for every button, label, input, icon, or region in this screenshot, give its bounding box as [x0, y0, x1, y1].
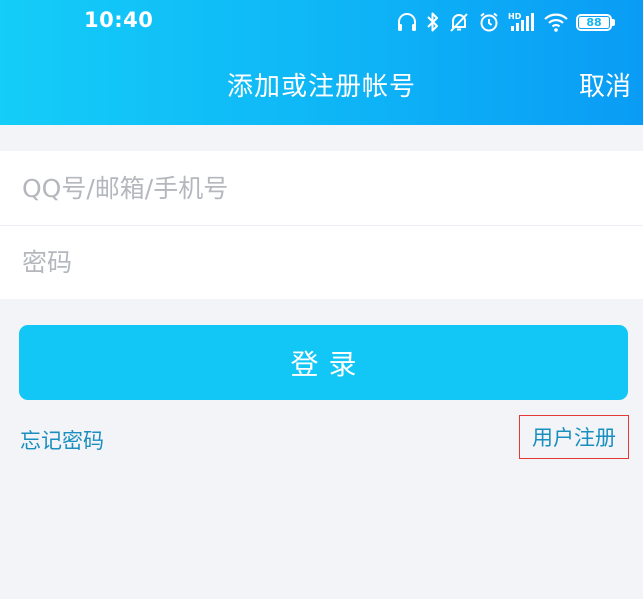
- headphones-icon: [396, 11, 418, 33]
- bluetooth-icon: [426, 11, 440, 33]
- silent-icon: [448, 11, 470, 33]
- alarm-icon: [478, 11, 500, 33]
- hd-signal-icon: HD: [508, 11, 536, 33]
- wifi-icon: [544, 12, 568, 32]
- status-time: 10:40: [84, 8, 154, 32]
- register-link[interactable]: 用户注册: [519, 415, 629, 459]
- login-button[interactable]: 登录: [19, 325, 628, 400]
- page-title: 添加或注册帐号: [226, 72, 416, 102]
- password-field: [0, 225, 643, 299]
- status-icons: HD 88: [396, 8, 615, 36]
- account-field: [0, 151, 643, 225]
- forgot-password-link[interactable]: 忘记密码: [20, 425, 104, 455]
- svg-text:HD: HD: [508, 12, 522, 21]
- app-header: 10:40 HD 88 添加或注册帐号 取消: [0, 0, 643, 125]
- account-input[interactable]: [20, 172, 624, 204]
- password-input[interactable]: [20, 247, 624, 278]
- login-form: [0, 151, 643, 299]
- battery-level: 88: [579, 16, 609, 29]
- cancel-button[interactable]: 取消: [579, 66, 631, 103]
- battery-icon: 88: [576, 13, 615, 31]
